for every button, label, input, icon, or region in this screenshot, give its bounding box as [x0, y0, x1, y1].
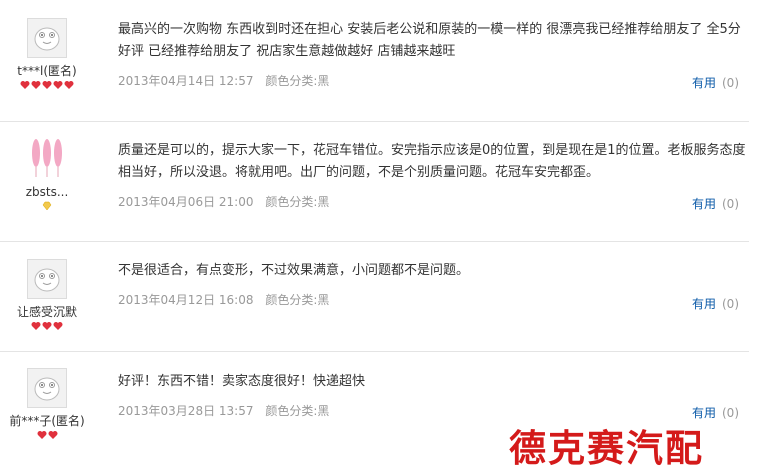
- useful-count: (0): [722, 197, 739, 211]
- review-text: 质量还是可以的，提示大家一下，花冠车错位。安完指示应该是0的位置，到是现在是1的…: [118, 143, 746, 180]
- review-date: 2013年04月14日 12:57: [118, 74, 254, 88]
- review-text: 好评！东西不错！卖家态度很好！快递超快: [118, 374, 366, 389]
- heart-icon: [42, 322, 52, 330]
- useful-vote: 有用 (0): [692, 195, 739, 212]
- review-meta: 2013年03月28日 13:57 颜色分类:黑: [118, 402, 748, 419]
- useful-count: (0): [722, 76, 739, 90]
- review-spec: 颜色分类:黑: [265, 195, 330, 209]
- useful-vote: 有用 (0): [692, 295, 739, 312]
- reviewer-name[interactable]: zbsts...: [0, 185, 94, 199]
- heart-icon: [31, 81, 41, 89]
- useful-count: (0): [722, 297, 739, 311]
- review-text: 最高兴的一次购物 东西收到时还在担心 安装后老公说和原装的一模一样的 很漂亮我已…: [118, 22, 741, 59]
- feather-avatar-icon[interactable]: [27, 137, 67, 177]
- heart-icon: [31, 322, 41, 330]
- heart-icon: [37, 431, 46, 439]
- heart-icon: [53, 322, 63, 330]
- shop-watermark: 德克赛汽配: [509, 426, 704, 470]
- useful-button[interactable]: 有用: [692, 197, 716, 211]
- heart-icon: [64, 81, 74, 89]
- reviewer-name[interactable]: t***l(匿名): [0, 64, 94, 78]
- review-meta: 2013年04月06日 21:00 颜色分类:黑: [118, 193, 748, 210]
- review-spec: 颜色分类:黑: [265, 404, 330, 418]
- reviewer-name[interactable]: 让感受沉默: [0, 305, 94, 319]
- review-item: zbsts... 质量还是可以的，提示大家一下，花冠车错位。安完指示应该是0的位…: [0, 121, 749, 242]
- review-date: 2013年04月12日 16:08: [118, 293, 254, 307]
- default-avatar-icon[interactable]: [27, 259, 67, 299]
- review-meta: 2013年04月12日 16:08 颜色分类:黑: [118, 291, 748, 308]
- review-spec: 颜色分类:黑: [265, 293, 330, 307]
- review-text: 不是很适合，有点变形，不过效果满意，小问题都不是问题。: [118, 263, 470, 278]
- reviewer-info: 前***子(匿名): [0, 368, 94, 442]
- useful-vote: 有用 (0): [692, 404, 739, 421]
- heart-icon: [48, 431, 57, 439]
- useful-button[interactable]: 有用: [692, 297, 716, 311]
- useful-button[interactable]: 有用: [692, 406, 716, 420]
- reviewer-name[interactable]: 前***子(匿名): [0, 414, 94, 428]
- default-avatar-icon[interactable]: [27, 18, 67, 58]
- reviewer-level-badge: [0, 80, 94, 92]
- reviewer-info: t***l(匿名): [0, 18, 94, 92]
- default-avatar-icon[interactable]: [27, 368, 67, 408]
- reviewer-level-badge: [0, 430, 94, 442]
- useful-count: (0): [722, 406, 739, 420]
- reviewer-info: zbsts...: [0, 137, 94, 213]
- review-spec: 颜色分类:黑: [265, 74, 330, 88]
- diamond-icon: [42, 201, 52, 211]
- review-item: t***l(匿名) 最高兴的一次购物 东西收到时还在担心 安装后老公说和原装的一…: [0, 0, 749, 122]
- reviewer-level-badge: [0, 201, 94, 213]
- review-item: 让感受沉默 不是很适合，有点变形，不过效果满意，小问题都不是问题。 2013年0…: [0, 241, 749, 352]
- reviewer-info: 让感受沉默: [0, 259, 94, 333]
- reviewer-level-badge: [0, 321, 94, 333]
- useful-vote: 有用 (0): [692, 74, 739, 91]
- review-meta: 2013年04月14日 12:57 颜色分类:黑: [118, 72, 748, 89]
- heart-icon: [53, 81, 63, 89]
- useful-button[interactable]: 有用: [692, 76, 716, 90]
- heart-icon: [20, 81, 30, 89]
- review-date: 2013年04月06日 21:00: [118, 195, 254, 209]
- review-date: 2013年03月28日 13:57: [118, 404, 254, 418]
- heart-icon: [42, 81, 52, 89]
